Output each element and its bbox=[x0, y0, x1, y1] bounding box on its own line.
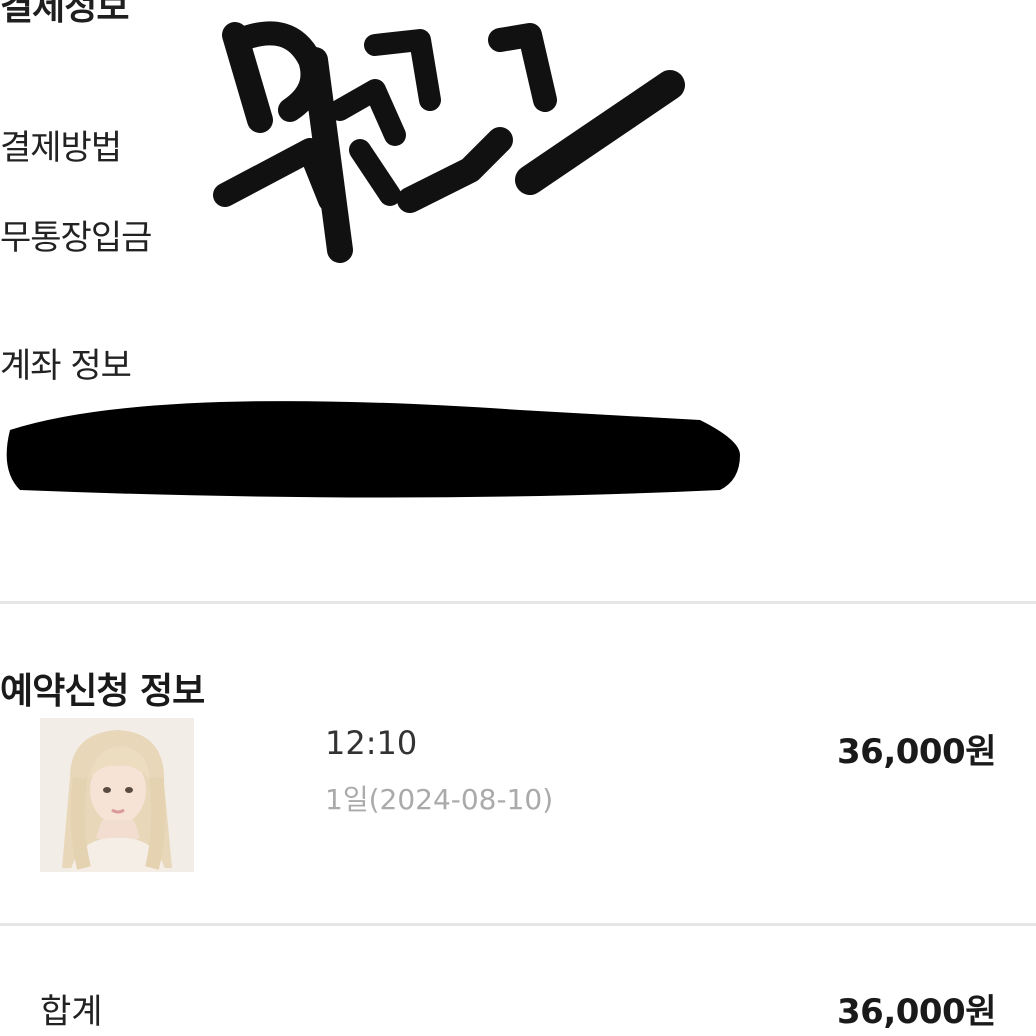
payment-method-value: 무통장입금 bbox=[0, 218, 152, 258]
reservation-time: 12:10 bbox=[325, 724, 418, 762]
reservation-price: 36,000원 bbox=[837, 732, 996, 772]
payment-info-title: 결제정보 bbox=[0, 0, 129, 28]
redaction-mark bbox=[6, 401, 740, 498]
reservation-date: 1일(2024-08-10) bbox=[325, 783, 554, 816]
total-label: 합계 bbox=[40, 992, 103, 1032]
reservation-thumbnail[interactable] bbox=[40, 718, 194, 872]
handwritten-scribble bbox=[213, 21, 685, 263]
section-divider bbox=[0, 601, 1036, 604]
total-price: 36,000원 bbox=[837, 992, 996, 1032]
profile-photo-icon bbox=[40, 718, 194, 872]
reservation-info-title: 예약신청 정보 bbox=[0, 671, 205, 712]
section-divider bbox=[0, 923, 1036, 926]
payment-method-label: 결제방법 bbox=[0, 128, 122, 168]
